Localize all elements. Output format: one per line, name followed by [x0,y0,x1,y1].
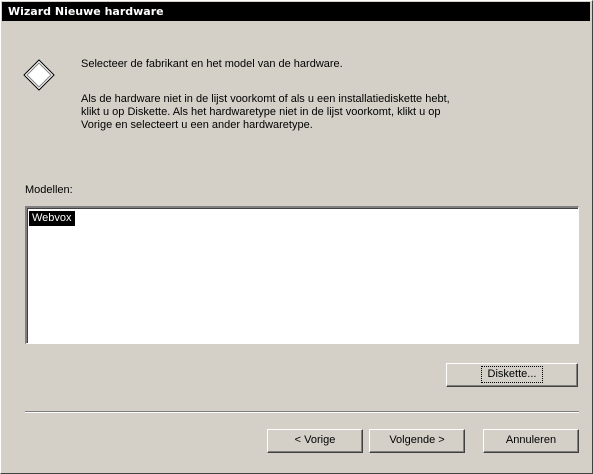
models-label: Modellen: [25,184,73,196]
wizard-window: Wizard Nieuwe hardware Selecteer de fabr… [0,0,593,474]
description-line: Vorige en selecteert u een ander hardwar… [81,119,313,131]
description-line: Als de hardware niet in de lijst voorkom… [81,93,450,105]
next-button-label: Volgende > [389,434,445,446]
diskette-button[interactable]: Diskette... [446,363,578,387]
cancel-button-label: Annuleren [505,434,557,446]
cancel-button[interactable]: Annuleren [483,429,579,453]
back-button[interactable]: < Vorige [267,429,363,453]
diamond-icon [23,59,55,91]
wizard-heading: Selecteer de fabrikant en het model van … [81,58,343,70]
wizard-description: Als de hardware niet in de lijst voorkom… [81,93,561,132]
description-line: klikt u op Diskette. Als het hardwaretyp… [81,106,441,118]
diskette-button-label: Diskette... [480,366,544,383]
separator [25,411,579,413]
window-title: Wizard Nieuwe hardware [8,5,164,18]
back-button-label: < Vorige [294,434,336,446]
models-listbox[interactable]: Webvox [25,206,579,344]
list-item-webvox[interactable]: Webvox [29,211,75,226]
title-bar[interactable]: Wizard Nieuwe hardware [2,2,590,21]
next-button[interactable]: Volgende > [369,429,465,453]
